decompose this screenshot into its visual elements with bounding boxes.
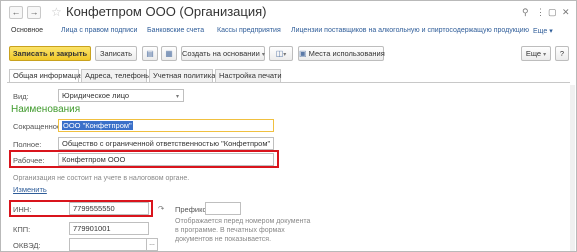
help-button[interactable]: ? <box>555 46 569 61</box>
vid-select[interactable]: Юридическое лицо <box>58 89 184 102</box>
favorite-star-icon[interactable]: ☆ <box>51 5 62 19</box>
title-bar: ← → ☆ Конфетпром ООО (Организация) ⚲ ⋮ ▢… <box>1 1 576 25</box>
tab-general-info[interactable]: Общая информация <box>9 69 84 83</box>
menu-item-more[interactable]: Еще ▾ <box>533 27 553 35</box>
tab-accounting-policy[interactable]: Учетная политика <box>149 69 215 82</box>
arrow-left-icon: ← <box>11 7 21 17</box>
vid-value: Юридическое лицо <box>62 91 130 100</box>
prefix-hint: Отображается перед номером документа в п… <box>175 218 311 243</box>
report-icon: ▦ <box>165 49 173 58</box>
window-title: Конфетпром ООО (Организация) <box>66 4 267 19</box>
tab-print-settings[interactable]: Настройка печати <box>215 69 282 82</box>
report-button[interactable]: ▦ <box>161 46 177 61</box>
menu-item-cash-desks[interactable]: Кассы предприятия <box>217 27 281 34</box>
scrollbar[interactable] <box>570 85 575 251</box>
okved-label: ОКВЭД: <box>13 241 41 250</box>
work-name-input[interactable]: Конфетпром ООО <box>58 153 274 166</box>
more-label: Еще <box>525 49 542 58</box>
inn-value: 7799555550 <box>73 204 115 213</box>
ellipsis-icon: … <box>149 241 155 247</box>
more-menu-icon[interactable]: ⋮ <box>536 7 545 18</box>
chevron-down-icon: ▾ <box>543 52 547 58</box>
change-link[interactable]: Изменить <box>13 185 47 194</box>
section-menu: Основное Лица с правом подписи Банковски… <box>1 26 576 39</box>
short-name-label: Сокращенное: <box>13 122 64 131</box>
short-name-value: ООО "Конфетпром" <box>62 121 133 130</box>
work-name-value: Конфетпром ООО <box>62 155 126 164</box>
okved-select-button[interactable]: … <box>146 238 158 251</box>
tab-panel-border <box>7 82 570 83</box>
chevron-down-icon[interactable]: ▾ <box>176 93 179 100</box>
prefix-label: Префикс: <box>175 205 209 214</box>
arrow-right-icon: → <box>29 7 39 17</box>
usage-places-label: Места использования <box>308 49 385 58</box>
tax-registration-note: Организация не состоит на учете в налого… <box>13 175 190 182</box>
print-button[interactable]: ▤ <box>142 46 158 61</box>
full-name-input[interactable]: Общество с ограниченной ответственностью… <box>58 137 274 150</box>
create-based-on-button[interactable]: Создать на основании ▾ <box>181 46 265 61</box>
save-and-close-button[interactable]: Записать и закрыть <box>9 46 91 61</box>
section-title-names: Наименования <box>11 104 81 115</box>
create-based-on-label: Создать на основании <box>182 49 260 58</box>
forward-button[interactable]: → <box>27 6 41 19</box>
kpp-value: 779901001 <box>73 224 111 233</box>
work-name-label: Рабочее: <box>13 156 45 165</box>
chevron-down-icon: ▾ <box>261 52 265 58</box>
full-name-label: Полное: <box>13 140 42 149</box>
usage-places-button[interactable]: ▣ Места использования <box>298 46 385 61</box>
document-icon: ▤ <box>146 49 154 58</box>
inn-label: ИНН: <box>13 205 32 214</box>
organization-window: ← → ☆ Конфетпром ООО (Организация) ⚲ ⋮ ▢… <box>0 0 577 252</box>
short-name-input[interactable]: ООО "Конфетпром" <box>58 119 274 132</box>
full-name-value: Общество с ограниченной ответственностью… <box>62 139 271 148</box>
vid-label: Вид: <box>13 92 29 101</box>
link-icon[interactable]: ⚲ <box>522 7 529 18</box>
menu-item-main[interactable]: Основное <box>11 27 43 34</box>
inn-input[interactable]: 7799555550 <box>69 202 149 215</box>
chevron-down-icon: ▾ <box>283 52 287 58</box>
prefix-input[interactable] <box>205 202 241 215</box>
kpp-input[interactable]: 779901001 <box>69 222 149 235</box>
kpp-label: КПП: <box>13 225 31 234</box>
close-icon[interactable]: ✕ <box>562 7 570 18</box>
attachments-button[interactable]: ◫▾ <box>269 46 293 61</box>
tab-addresses-phones[interactable]: Адреса, телефоны <box>81 69 151 82</box>
menu-item-signatories[interactable]: Лица с правом подписи <box>61 27 137 34</box>
okved-input[interactable] <box>69 238 147 251</box>
save-button[interactable]: Записать <box>95 46 137 61</box>
more-button[interactable]: Еще ▾ <box>521 46 551 61</box>
command-bar: Записать и закрыть Записать ▤ ▦ Создать … <box>1 44 576 62</box>
usage-icon: ▣ <box>299 49 307 58</box>
menu-item-bank-accounts[interactable]: Банковские счета <box>147 27 204 34</box>
inn-check-icon[interactable]: ↷ <box>158 204 164 213</box>
menu-item-alcohol-licenses[interactable]: Лицензии поставщиков на алкогольную и сп… <box>291 27 529 34</box>
back-button[interactable]: ← <box>9 6 23 19</box>
maximize-icon[interactable]: ▢ <box>548 7 557 18</box>
